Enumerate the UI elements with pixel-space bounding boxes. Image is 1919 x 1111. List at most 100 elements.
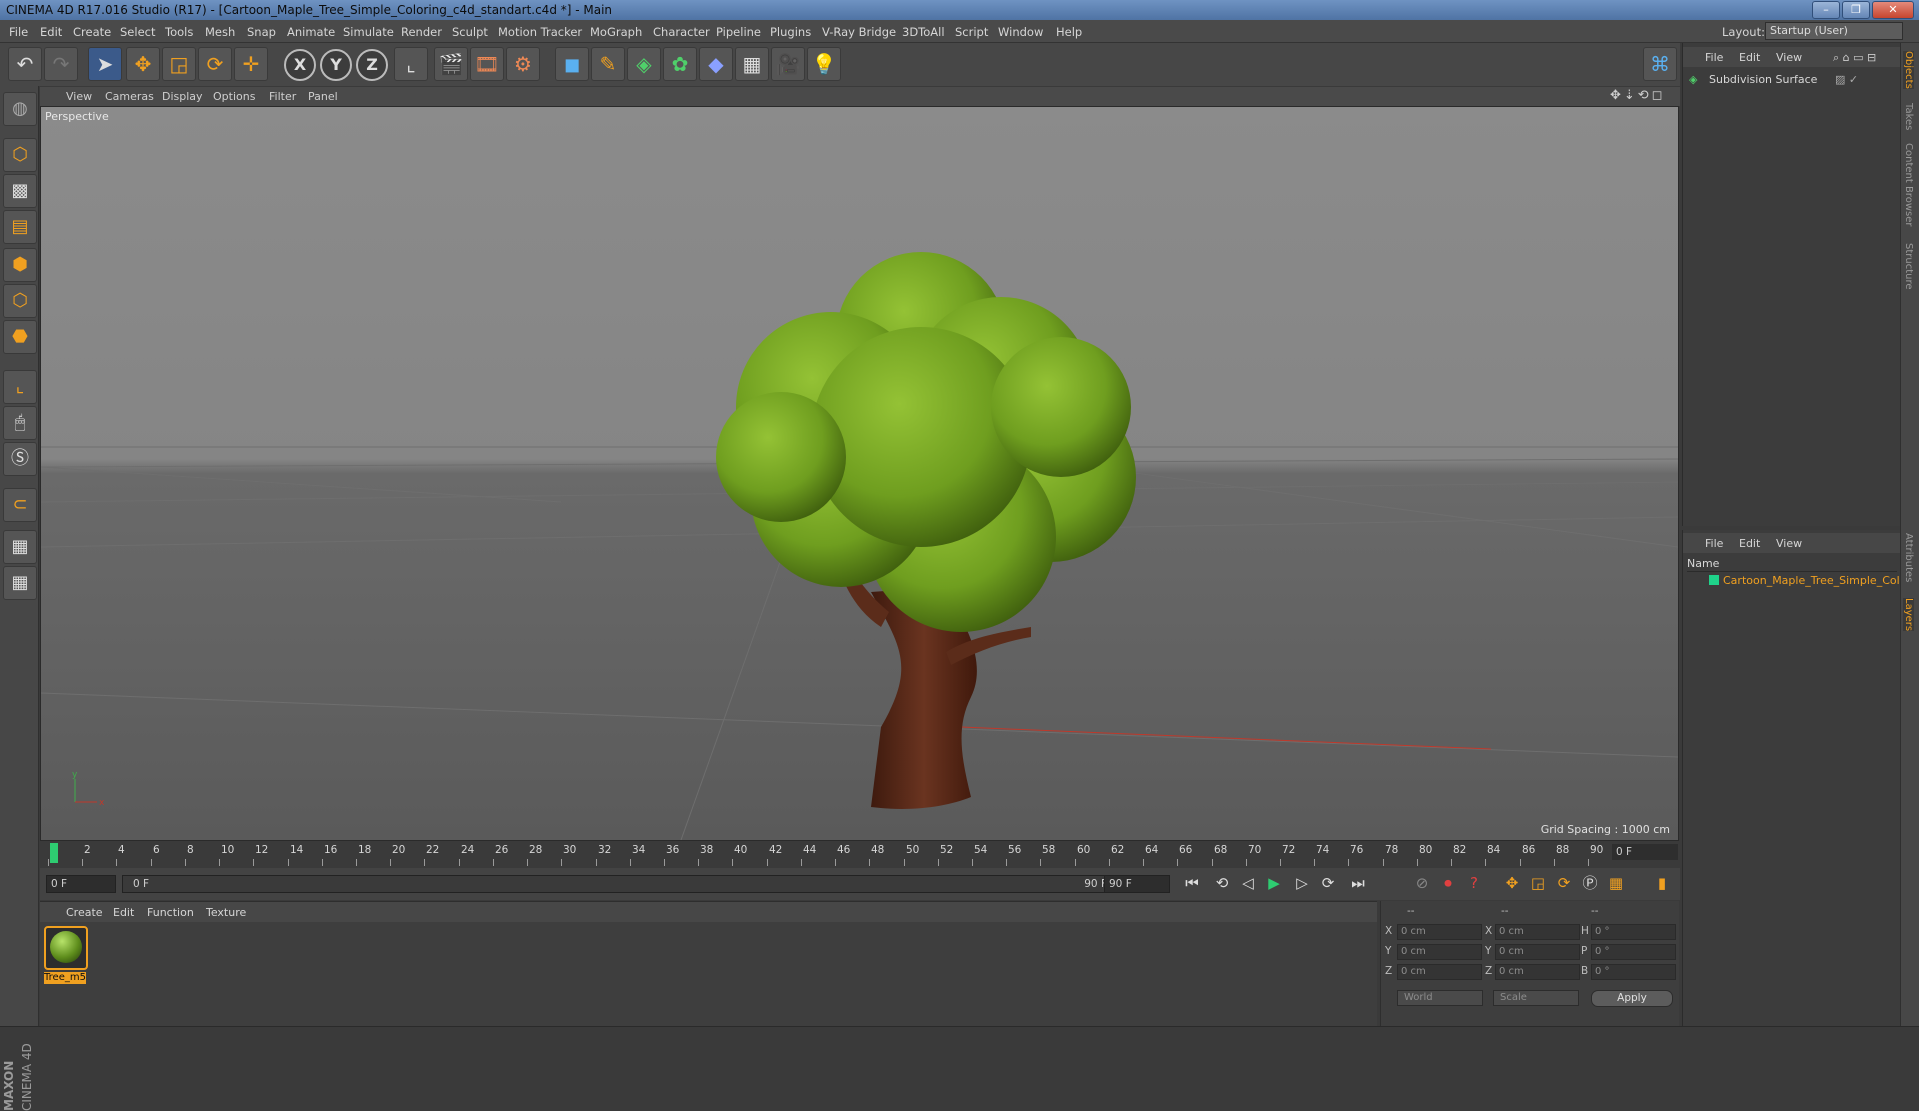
record-keys-icon[interactable]: ⊘ — [1410, 871, 1434, 895]
next-frame-icon[interactable]: ▷ — [1290, 871, 1314, 895]
camera-icon[interactable]: 🎥 — [771, 47, 805, 81]
deformer-icon[interactable]: ◆ — [699, 47, 733, 81]
start-frame-field[interactable]: 0 F — [46, 875, 116, 893]
material-menu-edit[interactable]: Edit — [113, 906, 134, 919]
minimize-button[interactable]: – — [1812, 1, 1840, 19]
tab-layers[interactable]: Layers — [1903, 598, 1914, 632]
subdivision-icon[interactable]: ◈ — [627, 47, 661, 81]
menu-snap[interactable]: Snap — [247, 25, 276, 39]
position-y-field[interactable]: 0 cm — [1397, 944, 1482, 960]
timeline-window-icon[interactable]: ▮ — [1650, 871, 1674, 895]
scale-icon[interactable]: ◲ — [162, 47, 196, 81]
x-axis-icon[interactable]: X — [284, 49, 316, 81]
menu-simulate[interactable]: Simulate — [343, 25, 394, 39]
render-view-icon[interactable]: 🎬 — [434, 47, 468, 81]
size-mode-dropdown[interactable]: Scale — [1493, 990, 1579, 1006]
menu-file[interactable]: File — [9, 25, 28, 39]
y-axis-icon[interactable]: Y — [320, 49, 352, 81]
object-menu-file[interactable]: File — [1705, 51, 1723, 64]
layer-menu-view[interactable]: View — [1776, 537, 1802, 550]
menu-motion-tracker[interactable]: Motion Tracker — [498, 25, 582, 39]
tab-objects[interactable]: Objects — [1903, 51, 1914, 89]
workplane-icon[interactable]: ▤ — [3, 210, 37, 244]
material-name[interactable]: Tree_m5 — [44, 972, 86, 984]
layer-menu-file[interactable]: File — [1705, 537, 1723, 550]
menu-select[interactable]: Select — [120, 25, 155, 39]
python-icon[interactable]: ⌘ — [1643, 47, 1677, 81]
rotation-b-field[interactable]: 0 ° — [1591, 964, 1676, 980]
viewport-perspective[interactable]: y x Perspective Grid Spacing : 1000 cm — [40, 106, 1679, 841]
undo-icon[interactable]: ↶ — [8, 47, 42, 81]
size-z-field[interactable]: 0 cm — [1495, 964, 1580, 980]
select-cursor-icon[interactable]: ➤ — [88, 47, 122, 81]
object-row[interactable]: ◈ Subdivision Surface ▨ ✓ — [1685, 73, 1899, 89]
solo-icon[interactable]: Ⓢ — [3, 442, 37, 476]
rotation-p-field[interactable]: 0 ° — [1591, 944, 1676, 960]
redo-icon[interactable]: ↷ — [44, 47, 78, 81]
tab-content-browser[interactable]: Content Browser — [1903, 143, 1914, 226]
render-settings-icon[interactable]: ⚙ — [506, 47, 540, 81]
menu-window[interactable]: Window — [998, 25, 1043, 39]
render-picture-viewer-icon[interactable]: 🎞 — [470, 47, 504, 81]
menu-plugins[interactable]: Plugins — [770, 25, 811, 39]
previous-key-icon[interactable]: ⟲ — [1210, 871, 1234, 895]
material-menu-function[interactable]: Function — [147, 906, 194, 919]
move-icon[interactable]: ✥ — [126, 47, 160, 81]
go-to-start-icon[interactable]: ⏮ — [1180, 871, 1204, 895]
viewport-menu-cameras[interactable]: Cameras — [105, 90, 154, 103]
rotation-h-field[interactable]: 0 ° — [1591, 924, 1676, 940]
menu-mograph[interactable]: MoGraph — [590, 25, 642, 39]
make-editable-icon[interactable]: ◍ — [3, 92, 37, 126]
workplane-lock-icon[interactable]: ▦ — [3, 530, 37, 564]
apply-button[interactable]: Apply — [1591, 990, 1673, 1007]
model-mode-icon[interactable]: ⬡ — [3, 138, 37, 172]
object-menu-edit[interactable]: Edit — [1739, 51, 1760, 64]
menu-vray-bridge[interactable]: V-Ray Bridge — [822, 25, 896, 39]
play-icon[interactable]: ▶ — [1262, 871, 1286, 895]
menu-mesh[interactable]: Mesh — [205, 25, 235, 39]
polygons-mode-icon[interactable]: ⬣ — [3, 320, 37, 354]
viewport-menu-panel[interactable]: Panel — [308, 90, 338, 103]
points-mode-icon[interactable]: ⬢ — [3, 248, 37, 282]
tab-attributes[interactable]: Attributes — [1903, 533, 1914, 582]
key-pla-icon[interactable]: ▦ — [1604, 871, 1628, 895]
tab-structure[interactable]: Structure — [1903, 243, 1914, 290]
array-icon[interactable]: ✿ — [663, 47, 697, 81]
floor-icon[interactable]: ▦ — [735, 47, 769, 81]
autokey-icon[interactable]: ⏺ — [1436, 871, 1460, 895]
key-rotation-icon[interactable]: ⟳ — [1552, 871, 1576, 895]
cube-primitive-icon[interactable]: ◼ — [555, 47, 589, 81]
viewport-menu-filter[interactable]: Filter — [269, 90, 296, 103]
position-x-field[interactable]: 0 cm — [1397, 924, 1482, 940]
layer-menu-edit[interactable]: Edit — [1739, 537, 1760, 550]
viewport-nav-icons[interactable]: ✥⇣⟲◻ — [1610, 88, 1665, 103]
close-button[interactable]: ✕ — [1872, 1, 1914, 19]
grid-snap-icon[interactable]: ▦ — [3, 566, 37, 600]
layer-name[interactable]: Cartoon_Maple_Tree_Simple_Coloring — [1723, 574, 1901, 587]
go-to-end-icon[interactable]: ⏭ — [1346, 871, 1370, 895]
current-frame-field[interactable]: 0 F — [1612, 844, 1678, 860]
object-search-icon[interactable]: ⌕ ⌂ ▭ ⊟ — [1833, 51, 1876, 65]
coordinate-system-icon[interactable]: ⌞ — [394, 47, 428, 81]
menu-pipeline[interactable]: Pipeline — [716, 25, 761, 39]
material-menu-create[interactable]: Create — [66, 906, 103, 919]
key-position-icon[interactable]: ✥ — [1500, 871, 1524, 895]
menu-edit[interactable]: Edit — [40, 25, 62, 39]
menu-create[interactable]: Create — [73, 25, 111, 39]
menu-3dtoall[interactable]: 3DToAll — [902, 25, 945, 39]
layer-color-swatch[interactable] — [1709, 575, 1719, 585]
playhead[interactable] — [50, 843, 58, 863]
menu-character[interactable]: Character — [653, 25, 710, 39]
snap-magnet-icon[interactable]: ⊂ — [3, 488, 37, 522]
previous-frame-icon[interactable]: ◁ — [1236, 871, 1260, 895]
menu-render[interactable]: Render — [401, 25, 442, 39]
z-axis-icon[interactable]: Z — [356, 49, 388, 81]
material-swatch[interactable] — [44, 926, 88, 970]
menu-sculpt[interactable]: Sculpt — [452, 25, 488, 39]
next-key-icon[interactable]: ⟳ — [1316, 871, 1340, 895]
menu-script[interactable]: Script — [955, 25, 988, 39]
rotate-icon[interactable]: ⟳ — [198, 47, 232, 81]
light-icon[interactable]: 💡 — [807, 47, 841, 81]
size-y-field[interactable]: 0 cm — [1495, 944, 1580, 960]
menu-help[interactable]: Help — [1056, 25, 1082, 39]
